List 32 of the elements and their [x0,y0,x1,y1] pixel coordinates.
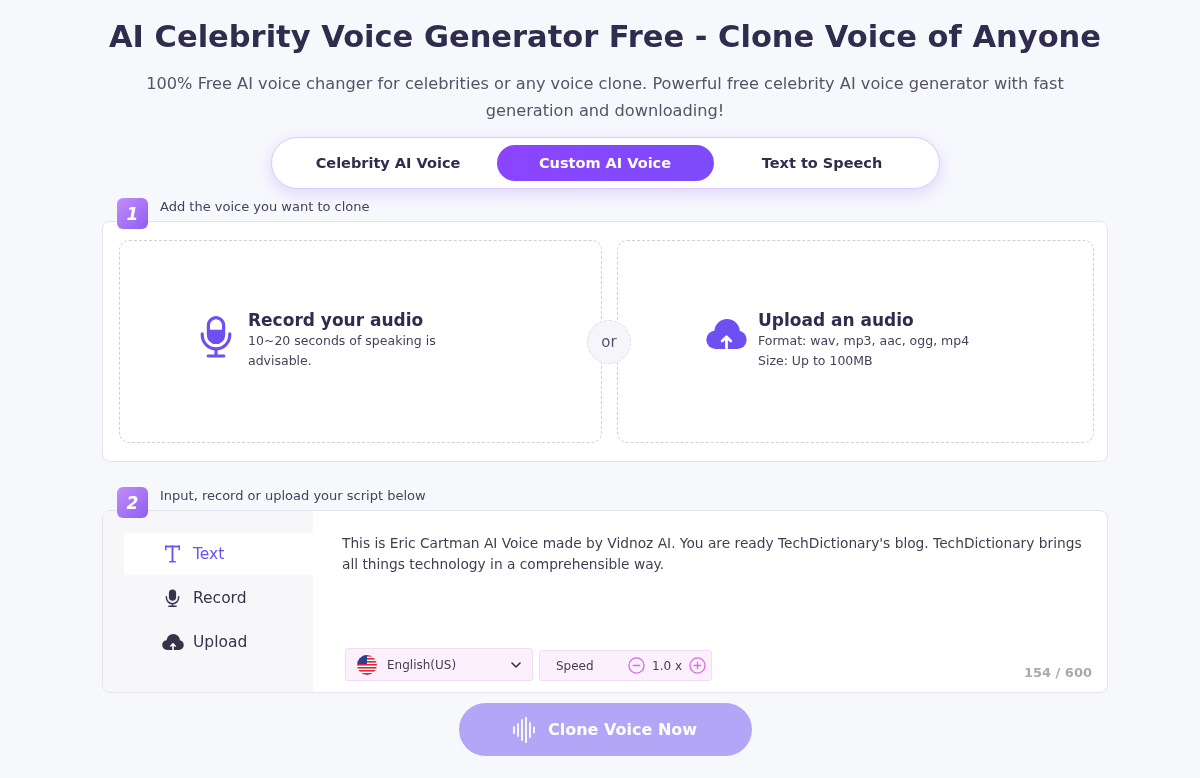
microphone-icon [200,315,232,358]
option-title: Upload an audio [758,308,914,331]
speed-value: 1.0 x [652,658,682,673]
mode-item[interactable]: Upload [124,621,313,663]
chevron-down-icon [511,661,521,668]
plus-icon[interactable] [689,657,706,674]
speed-label: Speed [556,658,595,673]
mode-item[interactable]: Record [124,577,313,619]
letter-t-icon [165,545,180,563]
step-label: Add the voice you want to clone [160,198,370,216]
sound-wave-icon [512,716,535,743]
tab[interactable]: Celebrity AI Voice [279,145,497,181]
mode-item[interactable]: Text [124,533,313,575]
option-title: Record your audio [248,308,424,331]
step-number-badge: 2 [117,487,148,518]
character-counter: 154 / 600 [1023,665,1092,681]
page-subtitle: 100% Free AI voice changer for celebrities or any voice clone. Powerful free celebrity AI voice generator with fast generation and downloading! [145,73,1065,122]
minus-icon[interactable] [628,657,645,674]
microphone-icon [165,589,180,607]
option-description: Format: wav, mp3, aac, ogg, mp4 [758,331,970,350]
step-label: Input, record or upload your script below [160,487,426,505]
cloud-upload-icon [162,634,184,650]
option-description: 10~20 seconds of speaking is advisable. [248,331,437,370]
script-input[interactable]: This is Eric Cartman AI Voice made by Vidnoz AI. You are ready TechDictionary's blog. TechDictionary brings all things technology in a comprehensible way. [342,533,1092,575]
option-description: Size: Up to 100MB [758,351,873,370]
step-number-badge: 1 [117,198,148,229]
page-title: AI Celebrity Voice Generator Free - Clone Voice of Anyone [108,18,1102,56]
language-select[interactable]: English(US) [345,648,533,681]
cloud-upload-icon [706,318,747,349]
flag-icon [357,654,377,675]
tab[interactable]: Text to Speech [713,145,931,181]
tab[interactable]: Custom AI Voice [496,145,714,181]
